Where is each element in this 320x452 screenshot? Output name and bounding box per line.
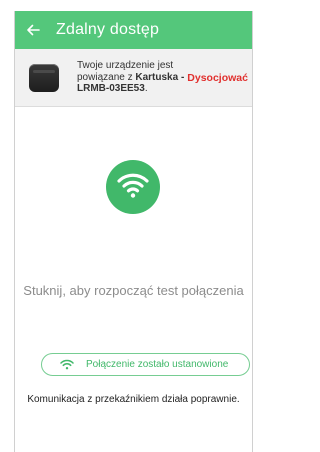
- disconnect-button[interactable]: Dysocjować: [187, 72, 248, 84]
- test-connection-button[interactable]: [106, 160, 160, 214]
- page-title: Zdalny dostęp: [56, 21, 160, 38]
- connection-status-label: Połączenie zostało ustanowione: [86, 359, 229, 370]
- linked-device-row: Twoje urządzenie jest powiązane z Kartus…: [15, 49, 252, 107]
- wifi-status-icon: [60, 359, 74, 371]
- device-image: [29, 63, 59, 92]
- connection-status-badge: Połączenie zostało ustanowione: [41, 353, 250, 376]
- wifi-icon: [116, 171, 150, 204]
- communication-message: Komunikacja z przekaźnikiem działa popra…: [27, 394, 240, 405]
- app-bar: Zdalny dostęp: [15, 11, 252, 49]
- app-screen: Zdalny dostęp Twoje urządzenie jest powi…: [14, 11, 253, 452]
- tap-to-test-prompt: Stuknij, aby rozpocząć test połączenia: [23, 283, 244, 298]
- device-text-suffix: .: [144, 83, 148, 95]
- arrow-left-icon[interactable]: [26, 23, 40, 37]
